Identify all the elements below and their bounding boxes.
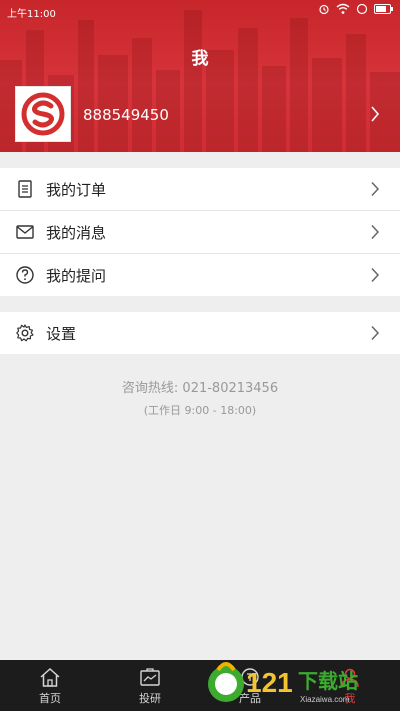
menu-group-settings: 设置 [0,312,400,354]
account-number: 888549450 [83,106,169,124]
brand-logo-icon [21,92,65,136]
svg-text:121: 121 [246,667,293,698]
chevron-right-icon [371,325,380,341]
hotline-text: 咨询热线: 021-80213456 [121,381,279,396]
chevron-right-icon [371,181,380,197]
tab-home[interactable]: 首页 [0,660,100,711]
menu-item-orders[interactable]: 我的订单 [0,168,400,211]
menu-group-account: 我的订单 我的消息 我的提问 [0,168,400,296]
menu-item-settings[interactable]: 设置 [0,312,400,354]
avatar[interactable] [15,86,71,142]
tab-research[interactable]: 投研 [100,660,200,711]
menu-item-messages[interactable]: 我的消息 [0,211,400,254]
chevron-right-icon [371,106,380,122]
site-watermark-logo: 121 下载站 Xiazaiwa.com [208,662,358,704]
wifi-icon [336,3,350,14]
status-bar: 上午11:00 [0,0,400,22]
research-icon [140,668,160,686]
menu-item-label: 我的订单 [46,181,107,199]
page-title: 我 [191,49,209,69]
circle-status-icon [356,3,368,15]
alarm-icon [319,4,329,15]
svg-text:Xiazaiwa.com: Xiazaiwa.com [300,695,350,704]
question-icon [16,266,34,284]
home-icon [40,667,60,687]
mail-icon [16,225,34,239]
menu-item-label: 我的消息 [46,224,107,242]
status-time: 上午11:00 [7,9,56,20]
svg-text:下载站: 下载站 [298,669,358,693]
tab-label: 投研 [139,692,161,705]
chevron-right-icon [371,224,380,240]
menu-item-label: 我的提问 [46,267,107,285]
service-hours-text: (工作日 9:00 - 18:00) [143,404,257,417]
profile-header: 上午11:00 我 888549450 [0,0,400,152]
profile-row[interactable]: 888549450 [0,86,400,144]
document-icon [18,180,32,198]
tab-label: 首页 [39,692,61,705]
battery-icon [374,4,393,14]
menu-item-questions[interactable]: 我的提问 [0,254,400,296]
gear-icon [16,324,34,342]
menu-item-label: 设置 [46,325,77,343]
chevron-right-icon [371,267,380,283]
